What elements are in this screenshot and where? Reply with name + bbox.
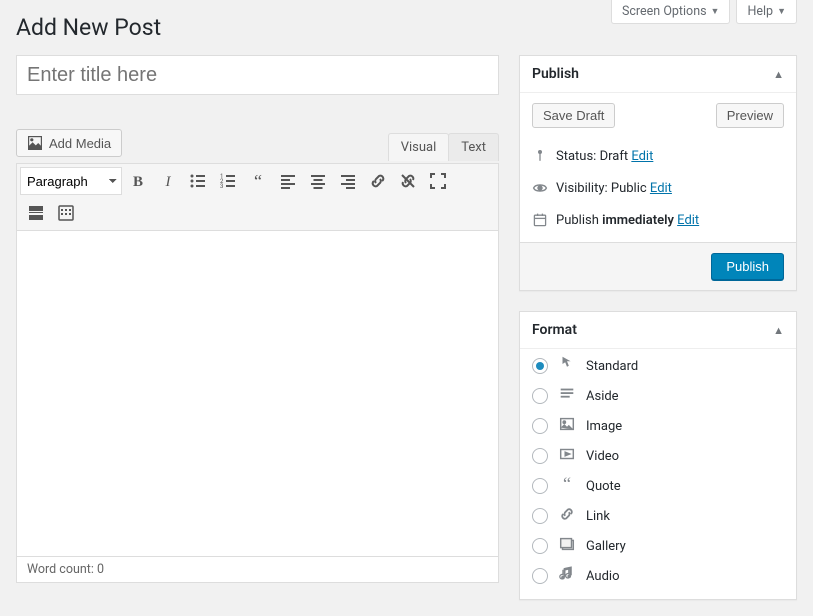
format-label: Gallery [586, 539, 626, 554]
link-icon [558, 505, 576, 527]
post-title-input[interactable] [16, 55, 499, 95]
svg-text:B: B [133, 174, 143, 190]
visual-tab[interactable]: Visual [388, 133, 450, 161]
svg-text:I: I [165, 174, 172, 190]
format-option-aside[interactable]: Aside [532, 385, 784, 407]
schedule-row: Publish immediately Edit [532, 204, 784, 236]
text-tab[interactable]: Text [448, 133, 499, 161]
aside-icon [558, 385, 576, 407]
help-tab[interactable]: Help▼ [736, 0, 797, 24]
publish-box: Publish ▲ Save Draft Preview Status: Dra… [519, 55, 797, 291]
word-count: Word count: 0 [16, 557, 499, 583]
align-left-button[interactable] [274, 167, 302, 195]
publish-button[interactable]: Publish [711, 253, 784, 280]
format-label: Quote [586, 479, 621, 494]
radio-icon [532, 538, 548, 554]
svg-text:3: 3 [220, 183, 223, 190]
format-label: Audio [586, 569, 619, 584]
read-more-button[interactable] [22, 199, 50, 227]
italic-button[interactable]: I [154, 167, 182, 195]
radio-icon [532, 448, 548, 464]
format-option-link[interactable]: Link [532, 505, 784, 527]
format-option-standard[interactable]: Standard [532, 355, 784, 377]
fullscreen-button[interactable] [424, 167, 452, 195]
align-center-button[interactable] [304, 167, 332, 195]
align-right-button[interactable] [334, 167, 362, 195]
collapse-icon: ▲ [773, 68, 784, 81]
collapse-icon: ▲ [773, 324, 784, 337]
format-box: Format ▲ Standard Aside Image Video “ Quote Li… [519, 311, 797, 600]
bullet-list-button[interactable] [184, 167, 212, 195]
eye-icon [532, 180, 548, 196]
numbered-list-button[interactable]: 123 [214, 167, 242, 195]
status-row: Status: Draft Edit [532, 140, 784, 172]
radio-icon [532, 568, 548, 584]
radio-icon [532, 418, 548, 434]
quote-icon: “ [558, 475, 576, 497]
format-label: Aside [586, 389, 619, 404]
edit-visibility-link[interactable]: Edit [650, 181, 672, 196]
format-option-quote[interactable]: “ Quote [532, 475, 784, 497]
audio-icon [558, 565, 576, 587]
media-icon [27, 135, 43, 151]
radio-icon [532, 508, 548, 524]
preview-button[interactable]: Preview [716, 103, 784, 128]
standard-icon [558, 355, 576, 377]
edit-schedule-link[interactable]: Edit [677, 213, 699, 228]
radio-icon [532, 388, 548, 404]
chevron-down-icon: ▼ [777, 6, 786, 17]
link-button[interactable] [364, 167, 392, 195]
radio-icon [532, 358, 548, 374]
editor-toolbar: Paragraph B I 123 “ [16, 163, 499, 231]
chevron-down-icon: ▼ [711, 6, 720, 17]
publish-box-toggle[interactable]: Publish ▲ [520, 56, 796, 93]
save-draft-button[interactable]: Save Draft [532, 103, 615, 128]
toolbar-toggle-button[interactable] [52, 199, 80, 227]
format-option-image[interactable]: Image [532, 415, 784, 437]
screen-options-tab[interactable]: Screen Options▼ [611, 0, 731, 24]
image-icon [558, 415, 576, 437]
gallery-icon [558, 535, 576, 557]
post-content-editor[interactable] [16, 231, 499, 557]
bold-button[interactable]: B [124, 167, 152, 195]
format-label: Standard [586, 359, 638, 374]
unlink-button[interactable] [394, 167, 422, 195]
svg-text:“: “ [254, 171, 262, 191]
edit-status-link[interactable]: Edit [631, 149, 653, 164]
add-media-button[interactable]: Add Media [16, 129, 122, 157]
video-icon [558, 445, 576, 467]
calendar-icon [532, 212, 548, 228]
svg-text:“: “ [563, 475, 571, 493]
format-box-toggle[interactable]: Format ▲ [520, 312, 796, 349]
paragraph-select[interactable]: Paragraph [20, 167, 122, 195]
format-option-video[interactable]: Video [532, 445, 784, 467]
format-label: Video [586, 449, 619, 464]
format-option-gallery[interactable]: Gallery [532, 535, 784, 557]
format-label: Link [586, 509, 610, 524]
radio-icon [532, 478, 548, 494]
format-option-audio[interactable]: Audio [532, 565, 784, 587]
format-label: Image [586, 419, 622, 434]
pin-icon [532, 148, 548, 164]
visibility-row: Visibility: Public Edit [532, 172, 784, 204]
blockquote-button[interactable]: “ [244, 167, 272, 195]
